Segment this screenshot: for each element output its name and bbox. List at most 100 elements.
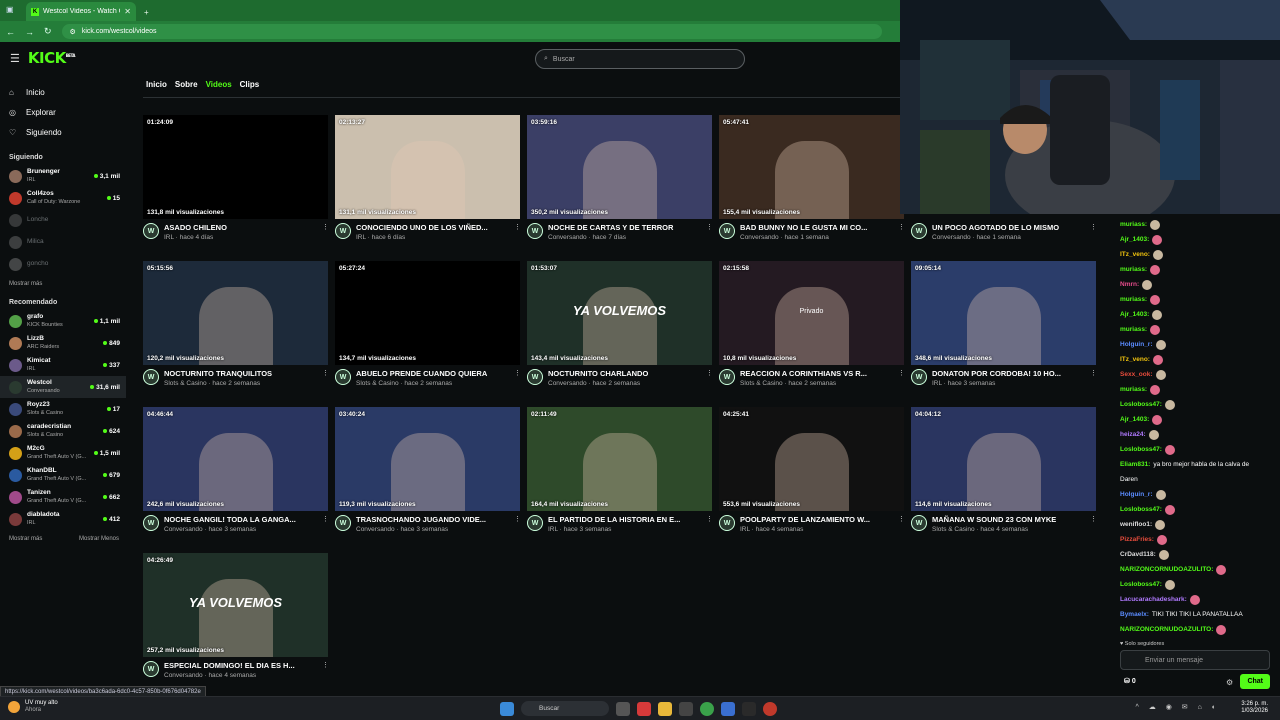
channel-avatar[interactable]: W xyxy=(143,369,159,385)
video-title[interactable]: ASADO CHILENO xyxy=(164,223,317,232)
forward-icon[interactable]: → xyxy=(25,27,34,37)
sidebar-item-explorar[interactable]: ◎ Explorar xyxy=(9,102,126,122)
chat-username[interactable]: Losloboss47: xyxy=(1120,577,1162,592)
channel-item[interactable]: Brunenger IRL 3,1 mil xyxy=(0,165,126,187)
video-title[interactable]: ESPECIAL DOMINGO! EL DIA ES H... xyxy=(164,661,317,670)
search-input[interactable]: ⌕ Buscar xyxy=(535,49,745,69)
tab-sobre[interactable]: Sobre xyxy=(175,80,198,89)
chat-username[interactable]: wenifloo1: xyxy=(1120,517,1152,532)
video-thumbnail[interactable]: 02:13:27 131,1 mil visualizaciones xyxy=(335,115,520,219)
channel-item[interactable]: Coll4zos Call of Duty: Warzone 15 xyxy=(0,187,126,209)
channel-item[interactable]: grafo KICK Bounties 1,1 mil xyxy=(0,310,126,332)
channel-avatar[interactable]: W xyxy=(719,515,735,531)
more-options-icon[interactable]: ⋮ xyxy=(322,661,329,679)
more-options-icon[interactable]: ⋮ xyxy=(706,515,713,533)
chat-username[interactable]: Losloboss47: xyxy=(1120,502,1162,517)
video-thumbnail[interactable]: 09:05:14 348,6 mil visualizaciones xyxy=(911,261,1096,365)
video-card[interactable]: 03:59:16 350,2 mil visualizaciones W NOCHE … xyxy=(527,115,713,241)
video-card[interactable]: 05:15:56 120,2 mil visualizaciones W NOCTUR… xyxy=(143,261,329,387)
channel-item[interactable]: Lonche xyxy=(0,209,126,231)
chat-username[interactable]: Losloboss47: xyxy=(1120,442,1162,457)
channel-item[interactable]: LizzB ARC Raiders 849 xyxy=(0,332,126,354)
app-icon[interactable] xyxy=(763,701,777,716)
chat-username[interactable]: Losloboss47: xyxy=(1120,397,1162,412)
chat-username[interactable]: ITz_veno: xyxy=(1120,247,1150,262)
video-thumbnail[interactable]: 04:25:41 553,6 mil visualizaciones xyxy=(719,407,904,511)
chat-username[interactable]: Holguin_r: xyxy=(1120,487,1153,502)
channel-avatar[interactable]: W xyxy=(143,515,159,531)
video-card[interactable]: 09:05:14 348,6 mil visualizaciones W DONATO… xyxy=(911,261,1097,387)
video-title[interactable]: NOCHE DE CARTAS Y DE TERROR xyxy=(548,223,701,232)
more-options-icon[interactable]: ⋮ xyxy=(1090,369,1097,387)
video-title[interactable]: POOLPARTY DE LANZAMIENTO W... xyxy=(740,515,893,524)
system-tray[interactable]: ^ ☁ ◉ ✉ ⌂ ◐ xyxy=(1136,703,1220,711)
start-icon[interactable] xyxy=(500,701,514,716)
chat-username[interactable]: ITz_veno: xyxy=(1120,352,1150,367)
menu-icon[interactable]: ☰ xyxy=(10,52,20,65)
video-thumbnail[interactable]: 04:04:12 114,6 mil visualizaciones xyxy=(911,407,1096,511)
video-card[interactable]: 04:46:44 242,6 mil visualizaciones W NOCHE … xyxy=(143,407,329,533)
video-card[interactable]: 04:26:49 YA VOLVEMOS 257,2 mil visualizaci… xyxy=(143,553,329,679)
channel-item[interactable]: Westcol Conversando 31,6 mil xyxy=(0,376,126,398)
send-chat-button[interactable]: Chat xyxy=(1240,674,1270,689)
video-title[interactable]: EL PARTIDO DE LA HISTORIA EN E... xyxy=(548,515,701,524)
channel-item[interactable]: Kimicat IRL 337 xyxy=(0,354,126,376)
tab-menu-icon[interactable]: ▣ xyxy=(6,5,14,14)
task-view-icon[interactable] xyxy=(616,701,630,716)
more-options-icon[interactable]: ⋮ xyxy=(898,369,905,387)
video-card[interactable]: 02:13:27 131,1 mil visualizaciones W CONOCI… xyxy=(335,115,521,241)
app-icon[interactable] xyxy=(679,701,693,716)
app-icon[interactable] xyxy=(637,701,651,716)
weather-widget[interactable]: UV muy alto Ahora xyxy=(8,700,58,714)
channel-avatar[interactable]: W xyxy=(143,661,159,677)
app-icon[interactable] xyxy=(742,701,756,716)
kick-logo[interactable]: KICKBETA xyxy=(28,49,76,67)
chat-username[interactable]: muriass: xyxy=(1120,382,1147,397)
more-options-icon[interactable]: ⋮ xyxy=(322,223,329,241)
channel-avatar[interactable]: W xyxy=(911,515,927,531)
more-options-icon[interactable]: ⋮ xyxy=(322,515,329,533)
more-options-icon[interactable]: ⋮ xyxy=(1090,515,1097,533)
video-title[interactable]: NOCTURNITO TRANQUILITOS xyxy=(164,369,317,378)
show-more-button-2[interactable]: Mostrar más xyxy=(9,536,42,542)
chat-username[interactable]: heiza24: xyxy=(1120,427,1146,442)
more-options-icon[interactable]: ⋮ xyxy=(898,515,905,533)
chat-username[interactable]: Eliam831: xyxy=(1120,457,1150,472)
chat-username[interactable]: Ajr_1403: xyxy=(1120,307,1149,322)
tab-inicio[interactable]: Inicio xyxy=(146,80,167,89)
close-icon[interactable]: ✕ xyxy=(124,7,131,16)
channel-item[interactable]: goncho xyxy=(0,253,126,275)
video-title[interactable]: NOCHE GANGIL! TODA LA GANGA... xyxy=(164,515,317,524)
video-thumbnail[interactable]: 01:24:09 131,8 mil visualizaciones xyxy=(143,115,328,219)
chat-username[interactable]: muriass: xyxy=(1120,262,1147,277)
video-title[interactable]: ABUELO PRENDE CUANDO QUIERA xyxy=(356,369,509,378)
video-title[interactable]: NOCTURNITO CHARLANDO xyxy=(548,369,701,378)
channel-avatar[interactable]: W xyxy=(335,515,351,531)
chat-username[interactable]: Ajr_1403: xyxy=(1120,232,1149,247)
chat-username[interactable]: Holguin_r: xyxy=(1120,337,1153,352)
channel-item[interactable]: Milica xyxy=(0,231,126,253)
chat-username[interactable]: Nmrn: xyxy=(1120,277,1139,292)
channel-avatar[interactable]: W xyxy=(143,223,159,239)
video-thumbnail[interactable]: 05:15:56 120,2 mil visualizaciones xyxy=(143,261,328,365)
chat-username[interactable]: NARIZONCORNUDOAZULITO: xyxy=(1120,562,1213,577)
channel-avatar[interactable]: W xyxy=(719,369,735,385)
chat-username[interactable]: Sexx_ook: xyxy=(1120,367,1153,382)
channel-item[interactable]: caradecristian Slots & Casino 624 xyxy=(0,420,126,442)
video-card[interactable]: 04:25:41 553,6 mil visualizaciones W POOLPA… xyxy=(719,407,905,533)
channel-avatar[interactable]: W xyxy=(911,369,927,385)
chat-username[interactable]: muriass: xyxy=(1120,322,1147,337)
video-thumbnail[interactable]: 04:46:44 242,6 mil visualizaciones xyxy=(143,407,328,511)
chat-username[interactable]: Ajr_1403: xyxy=(1120,412,1149,427)
gear-icon[interactable]: ⚙ xyxy=(1226,678,1233,687)
sidebar-item-siguiendo[interactable]: ♡ Siguiendo xyxy=(9,122,126,142)
app-icon[interactable] xyxy=(721,701,735,716)
more-options-icon[interactable]: ⋮ xyxy=(514,369,521,387)
more-options-icon[interactable]: ⋮ xyxy=(706,369,713,387)
tab-videos[interactable]: Videos xyxy=(206,80,232,89)
video-thumbnail[interactable]: 03:59:16 350,2 mil visualizaciones xyxy=(527,115,712,219)
chat-username[interactable]: muriass: xyxy=(1120,217,1147,232)
video-thumbnail[interactable]: 02:11:49 164,4 mil visualizaciones xyxy=(527,407,712,511)
more-options-icon[interactable]: ⋮ xyxy=(1090,223,1097,241)
channel-avatar[interactable]: W xyxy=(527,223,543,239)
